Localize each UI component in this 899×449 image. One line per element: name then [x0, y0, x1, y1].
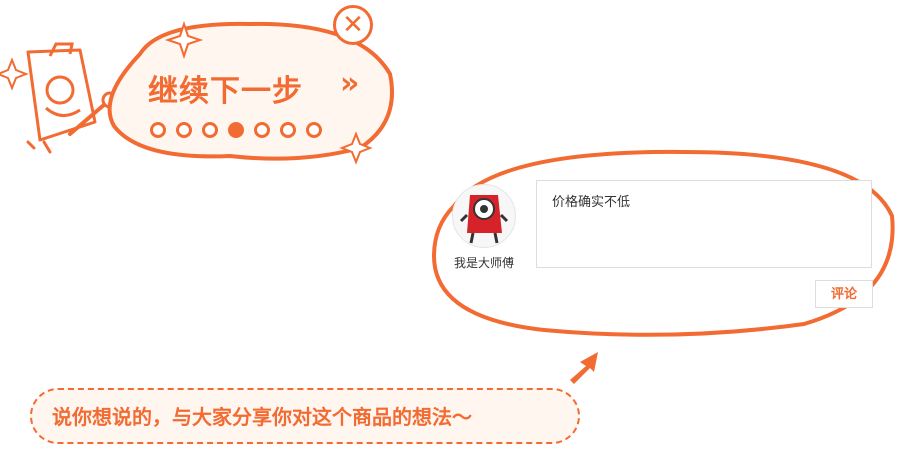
step-dot [306, 122, 322, 138]
pointer-arrow-icon [570, 352, 598, 384]
close-button[interactable]: ✕ [333, 5, 373, 45]
comment-textarea[interactable]: 价格确实不低 [536, 180, 872, 268]
step-dot [202, 122, 218, 138]
step-dot [280, 122, 296, 138]
robot-avatar-icon [459, 195, 509, 244]
submit-comment-button[interactable]: 评论 [815, 280, 873, 308]
step-dot-active [228, 122, 244, 138]
avatar [452, 184, 516, 248]
step-dot [150, 122, 166, 138]
step-indicator [150, 122, 350, 142]
step-dot [176, 122, 192, 138]
hint-text: 说你想说的，与大家分享你对这个商品的想法～ [52, 405, 472, 429]
username: 我是大师傅 [453, 256, 514, 270]
next-step-arrow-icon[interactable]: » [340, 66, 380, 102]
step-dot [254, 122, 270, 138]
next-step-label[interactable]: 继续下一步 [148, 66, 348, 110]
close-icon: ✕ [342, 10, 364, 40]
